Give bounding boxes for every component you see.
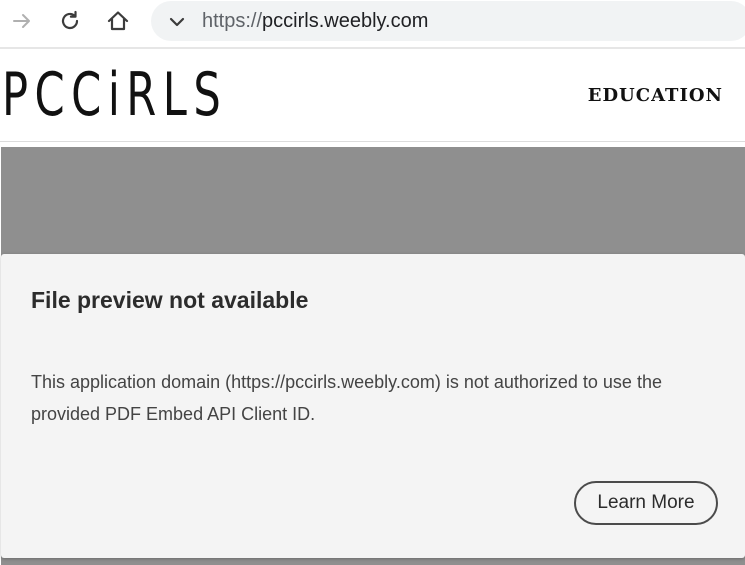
- forward-icon: [13, 14, 30, 28]
- error-dialog: File preview not available This applicat…: [1, 254, 745, 558]
- nav-item-education[interactable]: EDUCATION: [588, 85, 723, 106]
- learn-more-button[interactable]: Learn More: [574, 481, 718, 525]
- site-logo[interactable]: PCCiRLS: [2, 62, 227, 128]
- reload-button[interactable]: [55, 6, 85, 36]
- header-divider: [0, 141, 745, 142]
- home-icon: [107, 11, 129, 31]
- url-text: https://pccirls.weebly.com: [202, 10, 428, 33]
- dialog-title: File preview not available: [31, 287, 309, 313]
- forward-button[interactable]: [7, 6, 37, 36]
- toolbar-divider: [0, 47, 745, 49]
- reload-icon: [61, 10, 79, 30]
- home-button[interactable]: [103, 6, 133, 36]
- url-host: pccirls.weebly.com: [262, 10, 429, 32]
- browser-toolbar: https://pccirls.weebly.com: [0, 0, 745, 46]
- url-scheme: https://: [202, 10, 263, 32]
- dialog-message: This application domain (https://pccirls…: [31, 372, 662, 424]
- address-bar[interactable]: https://pccirls.weebly.com: [151, 1, 745, 41]
- chevron-down-icon[interactable]: [167, 12, 187, 32]
